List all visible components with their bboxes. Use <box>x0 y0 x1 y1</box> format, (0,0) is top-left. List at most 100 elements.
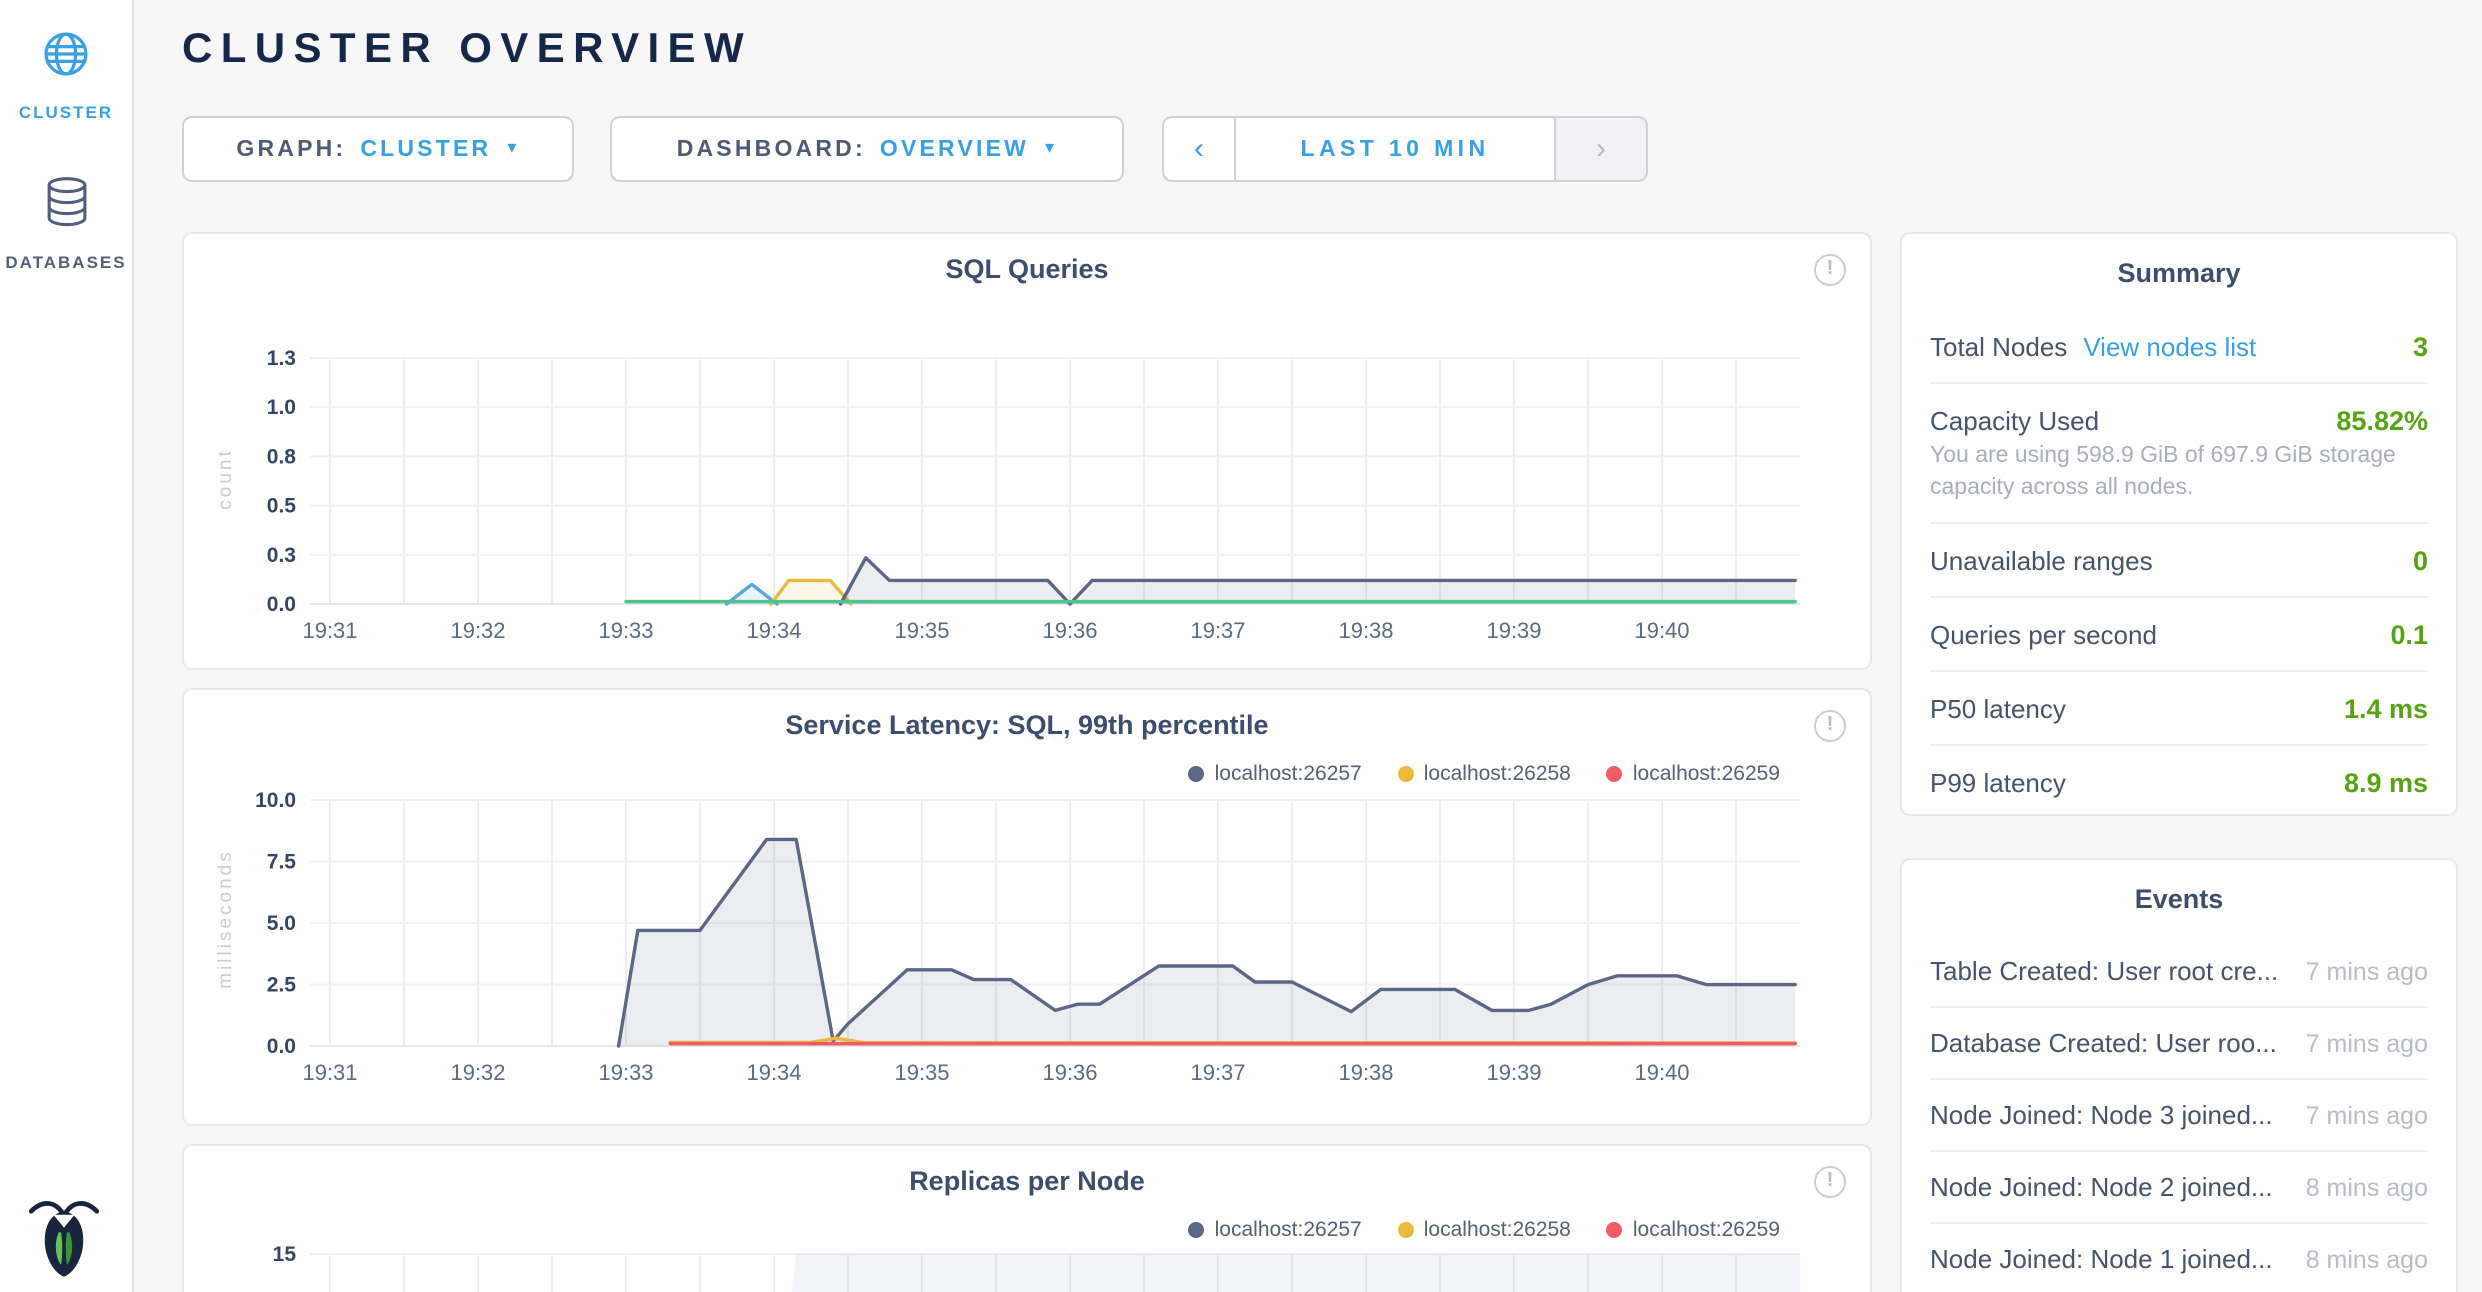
events-rows: Table Created: User root cre... 7 mins ag… <box>1902 936 2456 1292</box>
time-window-selector: ‹ LAST 10 MIN › <box>1162 116 1648 182</box>
event-timestamp: 7 mins ago <box>2306 1029 2428 1057</box>
legend-label: localhost:26259 <box>1633 762 1780 786</box>
summary-label: Total Nodes <box>1930 331 2067 361</box>
time-window-prev-button[interactable]: ‹ <box>1164 118 1236 180</box>
legend-item[interactable]: localhost:26259 <box>1607 1218 1780 1242</box>
svg-text:19:35: 19:35 <box>894 1060 949 1085</box>
svg-text:19:32: 19:32 <box>450 618 505 643</box>
event-label: Database Created: User roo... <box>1930 1028 2286 1058</box>
time-window-label[interactable]: LAST 10 MIN <box>1236 118 1554 180</box>
sidebar-item-label: CLUSTER <box>0 102 132 122</box>
legend-item[interactable]: localhost:26257 <box>1189 762 1362 786</box>
info-glyph: ! <box>1827 1170 1834 1192</box>
dashboard-dropdown-label: DASHBOARD: <box>677 137 866 161</box>
event-timestamp: 8 mins ago <box>2306 1173 2428 1201</box>
cockroachdb-logo-icon <box>28 1196 100 1278</box>
summary-row: Queries per second 0.1 <box>1902 598 2456 670</box>
svg-text:0.0: 0.0 <box>267 1035 296 1058</box>
summary-rows: Total Nodes View nodes list 3 Capacity Used… <box>1902 310 2456 816</box>
summary-value: 1.4 ms <box>2344 693 2428 723</box>
svg-text:19:35: 19:35 <box>894 618 949 643</box>
legend-label: localhost:26257 <box>1215 762 1362 786</box>
summary-title: Summary <box>1902 258 2456 288</box>
svg-text:0.3: 0.3 <box>267 544 296 567</box>
dashboard-dropdown-value: OVERVIEW <box>880 137 1029 161</box>
summary-row: P99 latency8.9 ms <box>1902 746 2456 816</box>
database-icon <box>41 176 91 240</box>
sidebar-item-cluster[interactable]: CLUSTER <box>0 28 132 122</box>
dashboard-dropdown[interactable]: DASHBOARD: OVERVIEW ▾ <box>610 116 1124 182</box>
event-label: Node Joined: Node 2 joined... <box>1930 1172 2286 1202</box>
time-window-next-button[interactable]: › <box>1554 118 1646 180</box>
summary-label: Capacity Used <box>1930 405 2099 435</box>
event-timestamp: 7 mins ago <box>2306 957 2428 985</box>
event-row: Database Created: User roo... 7 mins ago <box>1902 1008 2456 1078</box>
svg-text:19:38: 19:38 <box>1338 618 1393 643</box>
sql-queries-chart[interactable]: 0.00.30.50.81.01.319:3119:3219:3319:3419… <box>220 358 1804 656</box>
event-row: Table Created: User root cre... 7 mins ag… <box>1902 936 2456 1006</box>
svg-text:19:32: 19:32 <box>450 1060 505 1085</box>
svg-text:19:38: 19:38 <box>1338 1060 1393 1085</box>
svg-text:1.0: 1.0 <box>267 396 296 419</box>
legend-dot <box>1607 766 1623 782</box>
legend-item[interactable]: localhost:26258 <box>1398 1218 1571 1242</box>
event-label: Table Created: User root cre... <box>1930 956 2286 986</box>
svg-text:7.5: 7.5 <box>267 851 297 874</box>
summary-label: Queries per second <box>1930 619 2157 649</box>
view-nodes-link[interactable]: View nodes list <box>2083 331 2256 361</box>
legend-item[interactable]: localhost:26257 <box>1189 1218 1362 1242</box>
chart-legend: localhost:26257 localhost:26258 localhost:… <box>1189 762 1780 786</box>
summary-value: 3 <box>2413 331 2428 361</box>
events-panel: Events Table Created: User root cre... 7 … <box>1900 858 2458 1292</box>
events-title: Events <box>1902 884 2456 914</box>
legend-label: localhost:26258 <box>1424 762 1571 786</box>
svg-text:19:39: 19:39 <box>1486 1060 1541 1085</box>
summary-value: 0.1 <box>2390 619 2428 649</box>
svg-text:1.3: 1.3 <box>267 347 296 370</box>
event-row: Node Joined: Node 1 joined...8 mins ago <box>1902 1224 2456 1292</box>
svg-text:0.5: 0.5 <box>267 495 297 518</box>
svg-text:0.8: 0.8 <box>267 445 297 468</box>
legend-item[interactable]: localhost:26258 <box>1398 762 1571 786</box>
legend-label: localhost:26259 <box>1633 1218 1780 1242</box>
summary-row: Unavailable ranges0 <box>1902 524 2456 596</box>
svg-text:19:34: 19:34 <box>746 618 801 643</box>
event-timestamp: 7 mins ago <box>2306 1101 2428 1129</box>
sidebar-item-label: DATABASES <box>0 252 132 272</box>
chart-title: Service Latency: SQL, 99th percentile <box>184 710 1870 740</box>
page-title: CLUSTER OVERVIEW <box>182 26 752 74</box>
svg-text:19:33: 19:33 <box>598 1060 653 1085</box>
svg-text:15: 15 <box>273 1243 297 1266</box>
summary-row: P50 latency1.4 ms <box>1902 672 2456 744</box>
info-glyph: ! <box>1827 714 1834 736</box>
info-icon[interactable]: ! <box>1814 710 1846 742</box>
legend-dot <box>1189 1222 1205 1238</box>
chart-card-sql-queries: SQL Queries ! count 0.00.30.50.81.01.319… <box>182 232 1872 670</box>
legend-dot <box>1189 766 1205 782</box>
chart-card-service-latency: Service Latency: SQL, 99th percentile ! … <box>182 688 1872 1126</box>
chevron-down-icon: ▾ <box>507 137 519 159</box>
info-glyph: ! <box>1827 258 1834 280</box>
legend-label: localhost:26257 <box>1215 1218 1362 1242</box>
info-icon[interactable]: ! <box>1814 254 1846 286</box>
chevron-down-icon: ▾ <box>1045 137 1057 159</box>
sidebar-item-databases[interactable]: DATABASES <box>0 176 132 272</box>
svg-text:5.0: 5.0 <box>267 912 296 935</box>
svg-text:19:40: 19:40 <box>1634 1060 1689 1085</box>
svg-text:19:36: 19:36 <box>1042 618 1097 643</box>
replicas-per-node-chart[interactable]: 1513 <box>220 1254 1804 1292</box>
summary-value: 85.82% <box>2336 405 2428 435</box>
globe-icon <box>40 28 92 90</box>
svg-text:19:31: 19:31 <box>302 618 357 643</box>
info-icon[interactable]: ! <box>1814 1166 1846 1198</box>
svg-text:19:40: 19:40 <box>1634 618 1689 643</box>
chart-title: Replicas per Node <box>184 1166 1870 1196</box>
summary-value: 8.9 ms <box>2344 767 2428 797</box>
summary-value: 0 <box>2413 545 2428 575</box>
svg-text:19:37: 19:37 <box>1190 1060 1245 1085</box>
svg-text:19:33: 19:33 <box>598 618 653 643</box>
svg-text:10.0: 10.0 <box>255 789 296 812</box>
graph-dropdown[interactable]: GRAPH: CLUSTER ▾ <box>182 116 574 182</box>
legend-item[interactable]: localhost:26259 <box>1607 762 1780 786</box>
service-latency-chart[interactable]: 0.02.55.07.510.019:3119:3219:3319:3419:3… <box>220 800 1804 1098</box>
